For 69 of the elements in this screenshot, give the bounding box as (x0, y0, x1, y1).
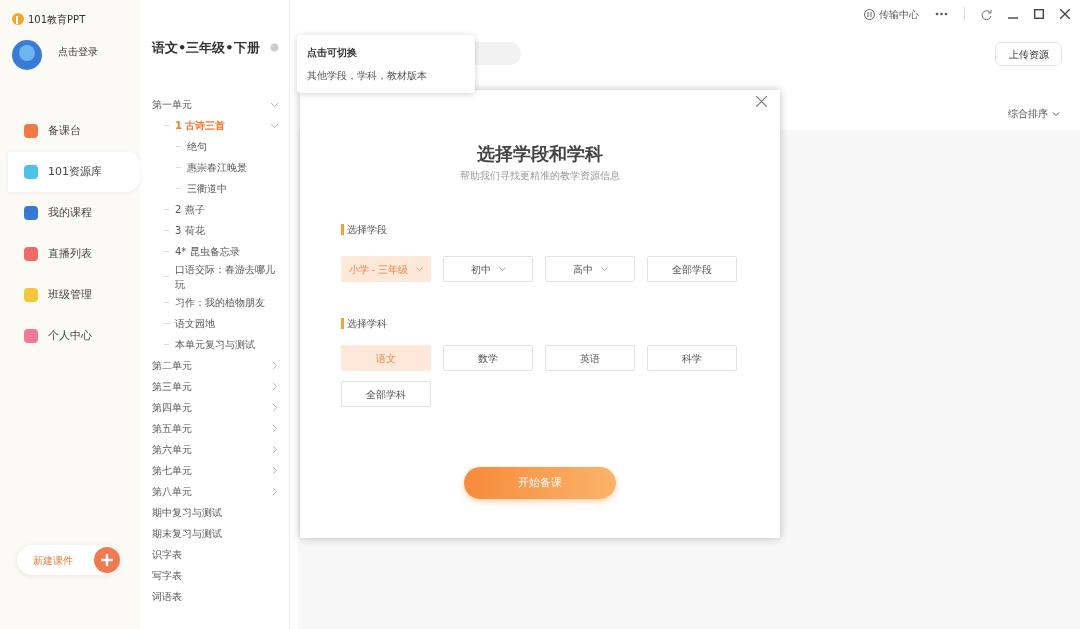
chevron-down-icon (416, 266, 424, 272)
chevron-down-icon (498, 266, 506, 272)
chevron-right-icon (270, 486, 279, 496)
tree-item[interactable]: 2 燕子 (152, 198, 279, 220)
pin-icon (270, 43, 279, 53)
nav-item[interactable]: 班级管理 (0, 275, 140, 315)
nav-item[interactable]: 直播列表 (0, 234, 140, 274)
book-title[interactable]: 语文•三年级•下册 (152, 38, 260, 58)
chevron-right-icon (270, 444, 279, 454)
subject-button[interactable]: 科学 (647, 345, 737, 371)
tree-item[interactable]: 4* 昆虫备忘录 (152, 240, 279, 262)
tree-item[interactable]: 语文园地 (152, 312, 279, 334)
tree-item[interactable]: 3 荷花 (152, 219, 279, 241)
subject-button[interactable]: 全部学科 (341, 381, 431, 407)
tree-item[interactable]: 本单元复习与测试 (152, 333, 279, 355)
tooltip-title: 点击可切换 (307, 46, 358, 60)
stage-button[interactable]: 全部学段 (647, 256, 737, 282)
stage-dropdown[interactable]: 初中 (443, 256, 533, 282)
refresh-icon[interactable] (981, 8, 992, 20)
search-field[interactable] (475, 42, 521, 65)
close-icon[interactable] (1060, 9, 1070, 19)
sort-dropdown[interactable]: 综合排序 (1008, 106, 1060, 121)
section-label: 选择学科 (341, 318, 740, 329)
tree-item[interactable]: 识字表 (152, 543, 279, 565)
subject-button[interactable]: 英语 (545, 345, 635, 371)
nav-item[interactable]: 个人中心 (0, 316, 140, 356)
chevron-right-icon (270, 423, 279, 433)
upload-button[interactable]: 上传资源 (995, 42, 1062, 66)
dialog-title: 选择学段和学科 (476, 142, 604, 166)
stage-dropdown[interactable]: 高中 (545, 256, 635, 282)
tree-item[interactable]: 第八单元 (152, 480, 279, 502)
more-icon[interactable] (935, 12, 948, 16)
tooltip-text: 其他学段，学科，教材版本 (307, 69, 428, 83)
chevron-right-icon (270, 360, 279, 370)
tree-item[interactable]: 第四单元 (152, 396, 279, 418)
tree-item[interactable]: 第一单元 (152, 93, 279, 115)
avatar-icon (12, 40, 42, 70)
nav-item[interactable]: 我的课程 (0, 193, 140, 233)
chevron-right-icon (270, 465, 279, 475)
tree-item[interactable]: 惠崇春江晚景 (152, 156, 279, 178)
tree-item[interactable]: 第五单元 (152, 417, 279, 439)
tree-item[interactable]: 期末复习与测试 (152, 522, 279, 544)
tree-item[interactable]: 写字表 (152, 564, 279, 586)
tree-item[interactable]: 第六单元 (152, 438, 279, 460)
chevron-down-icon (1052, 109, 1060, 118)
tree-item[interactable]: 习作：我的植物朋友 (152, 291, 279, 313)
tree-item[interactable]: 第二单元 (152, 354, 279, 376)
logo-icon (12, 13, 24, 25)
app-name: 101教育PPT (28, 12, 86, 27)
tree-item[interactable]: 期中复习与测试 (152, 501, 279, 523)
chevron-down-icon (600, 266, 608, 272)
tree-item[interactable]: 绝句 (152, 135, 279, 157)
nav-item[interactable]: 备课台 (0, 111, 140, 151)
close-icon[interactable] (756, 96, 767, 107)
login-link[interactable]: 点击登录 (58, 44, 98, 59)
tree-item[interactable]: 口语交际：春游去哪儿玩 (152, 261, 279, 292)
tree-item[interactable]: 第三单元 (152, 375, 279, 397)
section-label: 选择学段 (341, 224, 740, 235)
tree-item[interactable]: 词语表 (152, 585, 279, 607)
plus-icon (94, 547, 120, 573)
tree-item[interactable]: 三衢道中 (152, 177, 279, 199)
maximize-icon[interactable] (1034, 9, 1044, 19)
nav-item[interactable]: 101资源库 (8, 152, 140, 192)
chevron-right-icon (270, 402, 279, 412)
subject-button[interactable]: 数学 (443, 345, 533, 371)
dialog-subtitle: 帮助我们寻找更精准的教学资源信息 (459, 169, 621, 183)
chevron-right-icon (270, 381, 279, 391)
tree-item[interactable]: 第七单元 (152, 459, 279, 481)
transfer-center-button[interactable]: 传输中心 (864, 6, 919, 22)
